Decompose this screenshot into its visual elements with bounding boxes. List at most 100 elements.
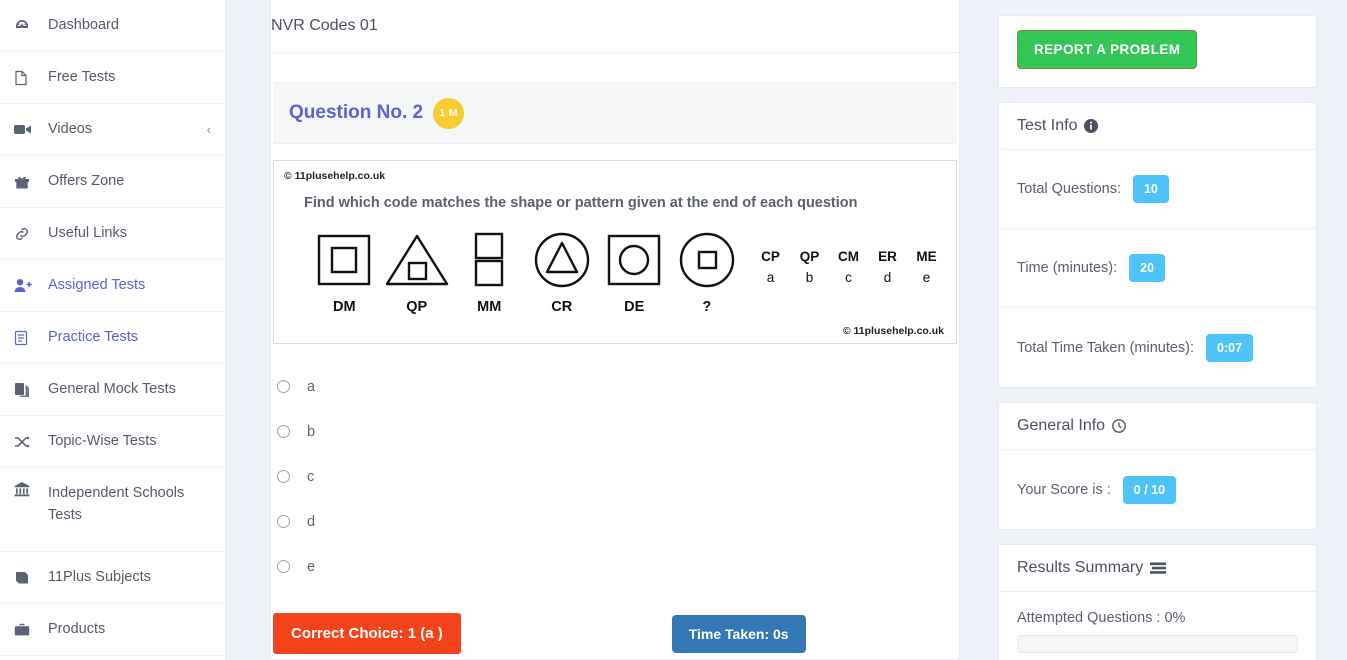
document-lines-icon [14, 330, 36, 346]
sidebar-item-general-mock-tests[interactable]: General Mock Tests [0, 364, 225, 416]
shape-label: MM [477, 299, 502, 315]
sidebar-item-label: Free Tests [48, 69, 116, 86]
code-letter: d [883, 270, 892, 285]
shapes-row: DM QP MM CR DE ? CP a QP b CM c ER d ME … [308, 227, 946, 315]
info-label: Total Time Taken (minutes): [1017, 339, 1195, 356]
shape-item: ? [671, 227, 744, 315]
results-summary-body: Attempted Questions : 0% [999, 592, 1316, 660]
sidebar-item-assigned-tests[interactable]: Assigned Tests [0, 260, 225, 312]
shape-item: DM [308, 227, 381, 315]
watermark-bottom: © 11plusehelp.co.uk [842, 325, 944, 337]
sidebar: Dashboard Free Tests Videos ‹ Offers Zon… [0, 0, 226, 660]
results-summary-title: Results Summary [1017, 559, 1144, 576]
chevron-left-icon[interactable]: ‹ [207, 122, 211, 137]
general-info-header: General Info [999, 403, 1316, 450]
sidebar-item-11plus-subjects[interactable]: 11Plus Subjects [0, 552, 225, 604]
page-title: NVR Codes 01 [271, 17, 378, 34]
triangle-in-circle-icon [532, 227, 592, 293]
code-text: QP [799, 249, 820, 264]
answer-option-c[interactable]: c [275, 454, 959, 499]
radio-button[interactable] [277, 425, 290, 438]
sidebar-item-useful-links[interactable]: Useful Links [0, 208, 225, 260]
test-info-header: Test Info [999, 103, 1316, 150]
app-root: Dashboard Free Tests Videos ‹ Offers Zon… [0, 0, 1347, 660]
sidebar-item-label: Videos [48, 121, 93, 138]
shape-label: ? [702, 299, 712, 315]
test-info-title: Test Info [1017, 117, 1078, 134]
radio-button[interactable] [277, 515, 290, 528]
sidebar-item-videos[interactable]: Videos ‹ [0, 104, 225, 156]
report-panel: REPORT A PROBLEM [998, 15, 1317, 88]
general-info-title: General Info [1017, 417, 1106, 434]
shape-label: DE [624, 299, 645, 315]
answer-option-b[interactable]: b [275, 409, 959, 454]
main-content: NVR Codes 01 Question No. 2 1 M © 11plus… [226, 0, 980, 660]
square-in-circle-icon [678, 227, 736, 293]
copy-icon [14, 382, 36, 398]
shape-item: QP [381, 227, 454, 315]
test-card: NVR Codes 01 Question No. 2 1 M © 11plus… [270, 0, 960, 660]
file-icon [14, 70, 36, 86]
square-in-square-icon [315, 227, 373, 293]
code-letter: b [805, 270, 814, 285]
radio-button[interactable] [277, 560, 290, 573]
your-score-value: 0 / 10 [1122, 475, 1177, 504]
option-label: a [307, 378, 316, 395]
sidebar-item-label: Useful Links [48, 225, 127, 242]
test-info-row: Total Questions: 10 [999, 150, 1316, 229]
radio-button[interactable] [277, 470, 290, 483]
sidebar-item-label: Topic-Wise Tests [48, 433, 157, 450]
sidebar-item-offers-zone[interactable]: Offers Zone [0, 156, 225, 208]
test-info-row: Total Time Taken (minutes): 0:07 [999, 308, 1316, 387]
total-questions-value: 10 [1132, 175, 1169, 203]
info-label: Total Questions: [1017, 181, 1121, 197]
test-card-body: Question No. 2 1 M © 11plusehelp.co.uk F… [271, 53, 959, 654]
sidebar-item-dashboard[interactable]: Dashboard [0, 0, 225, 52]
info-label: Time (minutes): [1017, 260, 1118, 276]
results-summary-panel: Results Summary Attempted Questions : 0% [998, 544, 1317, 660]
report-a-problem-button[interactable]: REPORT A PROBLEM [1017, 30, 1198, 69]
sidebar-item-topic-wise-tests[interactable]: Topic-Wise Tests [0, 416, 225, 468]
test-info-row: Time (minutes): 20 [999, 229, 1316, 308]
code-letter: e [922, 270, 931, 285]
list-icon [1150, 562, 1167, 575]
shape-item: MM [453, 227, 526, 315]
option-label: b [307, 423, 316, 440]
time-taken-button[interactable]: Time Taken: 0s [671, 614, 806, 653]
code-letter: a [766, 270, 775, 285]
user-plus-icon [14, 278, 36, 293]
test-info-panel: Test Info Total Questions: 10 Time (minu… [998, 102, 1317, 388]
book-icon [14, 571, 36, 585]
total-time-taken-value: 0:07 [1206, 333, 1254, 362]
watermark-top: © 11plusehelp.co.uk [284, 170, 386, 182]
answer-option-d[interactable]: d [275, 499, 959, 544]
sidebar-item-practice-tests[interactable]: Practice Tests [0, 312, 225, 364]
sidebar-item-label: Offers Zone [48, 173, 125, 190]
shuffle-icon [14, 435, 36, 449]
answer-option-e[interactable]: e [275, 544, 959, 589]
sidebar-item-label: Dashboard [48, 17, 119, 34]
general-info-panel: General Info Your Score is : 0 / 10 [998, 402, 1317, 530]
shape-item: CR [526, 227, 599, 315]
sidebar-item-label: Assigned Tests [48, 277, 146, 294]
attempted-questions-progress [1017, 635, 1298, 653]
briefcase-icon [14, 623, 36, 637]
code-options: CP a QP b CM c ER d ME e [751, 249, 946, 315]
info-label: Your Score is : [1017, 481, 1111, 498]
code-letter: c [845, 270, 852, 285]
answer-option-a[interactable]: a [275, 364, 959, 409]
sidebar-item-independent-schools-tests[interactable]: Independent Schools Tests [0, 468, 225, 552]
sidebar-item-label: Products [48, 621, 106, 638]
sidebar-item-free-tests[interactable]: Free Tests [0, 52, 225, 104]
general-info-row: Your Score is : 0 / 10 [999, 450, 1316, 529]
sidebar-item-products[interactable]: Products [0, 604, 225, 656]
dashboard-icon [14, 18, 36, 34]
code-option: QP b [790, 249, 829, 315]
shape-item: DE [598, 227, 671, 315]
question-prompt: Find which code matches the shape or pat… [304, 195, 858, 211]
test-card-header: NVR Codes 01 [271, 0, 959, 53]
code-text: ME [916, 249, 937, 264]
code-text: ER [878, 249, 897, 264]
correct-choice-button[interactable]: Correct Choice: 1 (a ) [273, 613, 461, 654]
radio-button[interactable] [277, 380, 290, 393]
